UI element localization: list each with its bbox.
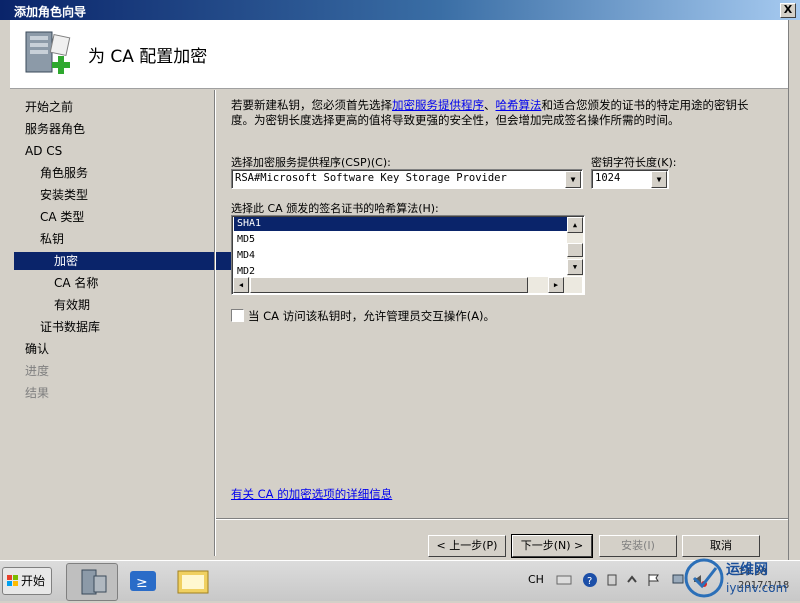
vertical-scroll-thumb[interactable] [567, 243, 583, 257]
nav-item-setup-type[interactable]: 安装类型 [14, 186, 239, 204]
nav-item-progress: 进度 [25, 364, 50, 378]
wizard-button-bar: < 上一步(P) 下一步(N) > 安装(I) 取消 [216, 518, 788, 559]
server-manager-icon [81, 569, 107, 595]
page-title: 为 CA 配置加密 [88, 47, 208, 67]
scroll-right-icon[interactable]: ▶ [548, 277, 564, 293]
intro-part1: 若要新建私钥，您必须首先选择 [231, 98, 392, 112]
start-label: 开始 [21, 574, 46, 588]
hash-algorithm-label: 选择此 CA 颁发的签名证书的哈希算法(H): [231, 202, 439, 215]
window-right-frame [788, 20, 800, 560]
nav-item-ad-cs[interactable]: AD CS [14, 142, 224, 160]
nav-item-before-you-begin[interactable]: 开始之前 [14, 98, 224, 116]
nav-item-server-roles[interactable]: 服务器角色 [14, 120, 224, 138]
window-title: 添加角色向导 [14, 5, 87, 19]
windows-flag-icon [7, 575, 18, 586]
key-length-value: 1024 [595, 172, 621, 184]
folder-icon [177, 570, 209, 594]
wizard-steps-nav: 开始之前 服务器角色 AD CS 角色服务 安装类型 CA 类型 私钥 加密 C… [10, 90, 253, 555]
svg-text:≥: ≥ [136, 575, 148, 591]
taskbar: 开始 ≥ CH ? 14:38 2017/1/18 [0, 560, 800, 601]
powershell-taskbar-button[interactable]: ≥ [118, 563, 168, 599]
button-bar-divider [216, 519, 788, 520]
csp-dropdown[interactable]: RSA#Microsoft Software Key Storage Provi… [231, 169, 583, 189]
start-button[interactable]: 开始 [2, 567, 52, 595]
chevron-up-icon[interactable] [624, 572, 640, 588]
next-button[interactable]: 下一步(N) > [511, 534, 593, 558]
horizontal-scrollbar[interactable]: ◀ ▶ [233, 277, 582, 293]
key-length-dropdown[interactable]: 1024 ▼ [591, 169, 669, 189]
svg-text:iyunv.com: iyunv.com [726, 581, 787, 595]
wizard-header: 为 CA 配置加密 [10, 20, 788, 89]
svg-text:运维网: 运维网 [726, 561, 768, 578]
chevron-down-icon[interactable]: ▼ [565, 171, 581, 188]
hash-algorithm-list[interactable]: SHA1 MD5 MD4 MD2 ▲ ▼ ◀ ▶ [231, 215, 585, 295]
scroll-up-icon[interactable]: ▲ [567, 217, 583, 233]
title-bar: 添加角色向导 X [0, 0, 800, 20]
hash-algorithm-link[interactable]: 哈希算法 [496, 98, 542, 112]
options-icon[interactable] [604, 572, 620, 588]
nav-item-certificate-database[interactable]: 证书数据库 [14, 318, 239, 336]
nav-item-ca-type[interactable]: CA 类型 [14, 208, 239, 226]
language-indicator[interactable]: CH [528, 573, 544, 586]
back-button[interactable]: < 上一步(P) [428, 535, 506, 557]
csp-value: RSA#Microsoft Software Key Storage Provi… [235, 172, 507, 184]
keyboard-icon[interactable] [556, 572, 572, 588]
vertical-scrollbar[interactable]: ▲ ▼ [567, 217, 583, 276]
intro-text: 若要新建私钥，您必须首先选择加密服务提供程序、哈希算法和适合您颁发的证书的特定用… [231, 98, 771, 128]
scroll-down-icon[interactable]: ▼ [567, 259, 583, 275]
csp-label: 选择加密服务提供程序(CSP)(C): [231, 156, 391, 169]
allow-admin-interaction-checkbox[interactable] [231, 309, 244, 322]
close-button[interactable]: X [780, 3, 796, 18]
list-item[interactable]: MD5 [234, 233, 567, 247]
list-item[interactable]: SHA1 [234, 217, 567, 231]
allow-admin-interaction-label: 当 CA 访问该私钥时，允许管理员交互操作(A)。 [248, 309, 496, 323]
server-manager-taskbar-button[interactable] [66, 563, 118, 601]
list-item[interactable]: MD4 [234, 249, 567, 263]
add-roles-wizard-window: 添加角色向导 X 为 CA 配置加密 开始之前 服务器角色 AD CS 角色服务… [0, 0, 800, 560]
key-length-label: 密钥字符长度(K): [591, 156, 677, 169]
powershell-icon: ≥ [130, 571, 156, 591]
svg-text:?: ? [587, 576, 592, 587]
more-info-link[interactable]: 有关 CA 的加密选项的详细信息 [231, 486, 392, 502]
chevron-down-icon[interactable]: ▼ [651, 171, 667, 188]
nav-item-private-key[interactable]: 私钥 [14, 230, 239, 248]
wizard-content: 若要新建私钥，您必须首先选择加密服务提供程序、哈希算法和适合您颁发的证书的特定用… [216, 90, 788, 518]
csp-link[interactable]: 加密服务提供程序 [392, 98, 484, 112]
nav-item-results: 结果 [25, 386, 50, 400]
action-center-flag-icon[interactable] [646, 572, 662, 588]
intro-separator: 、 [484, 98, 496, 112]
nav-item-confirmation[interactable]: 确认 [14, 340, 224, 358]
scroll-left-icon[interactable]: ◀ [233, 277, 249, 293]
explorer-taskbar-button[interactable] [168, 563, 218, 599]
iyunv-watermark-logo: 运维网 iyunv.com [684, 558, 787, 598]
nav-item-role-services[interactable]: 角色服务 [14, 164, 239, 182]
help-icon[interactable]: ? [582, 572, 598, 588]
server-add-icon [25, 31, 71, 74]
install-button: 安装(I) [599, 535, 677, 557]
horizontal-scroll-thumb[interactable] [250, 277, 528, 293]
